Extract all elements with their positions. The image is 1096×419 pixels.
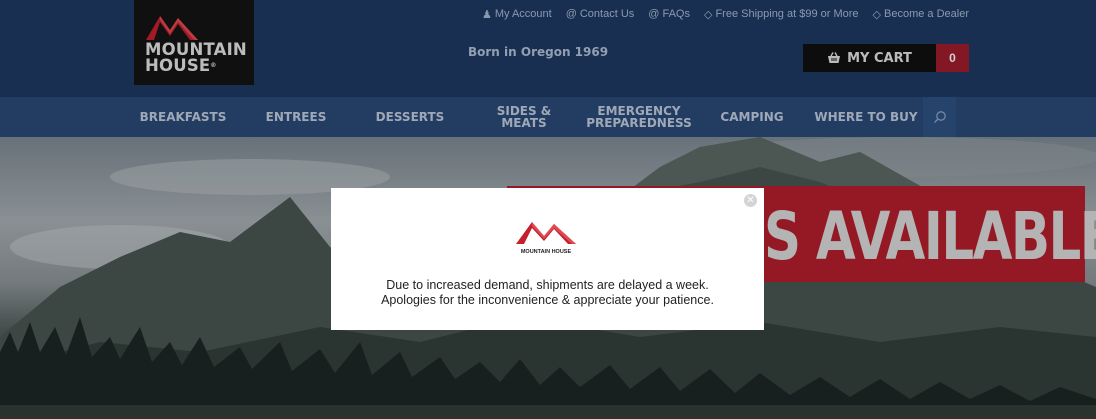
- modal-message-line1: Due to increased demand, shipments are d…: [386, 278, 709, 292]
- mountain-house-logo-icon: MOUNTAIN HOUSE: [516, 222, 576, 255]
- modal-message-line2: Apologies for the inconvenience & apprec…: [381, 293, 714, 307]
- modal-logo-text: MOUNTAIN HOUSE: [521, 249, 572, 255]
- modal-message: Due to increased demand, shipments are d…: [331, 278, 764, 308]
- close-icon[interactable]: ✕: [744, 194, 757, 207]
- notice-modal: ✕ MOUNTAIN HOUSE Due to increased demand…: [331, 188, 764, 330]
